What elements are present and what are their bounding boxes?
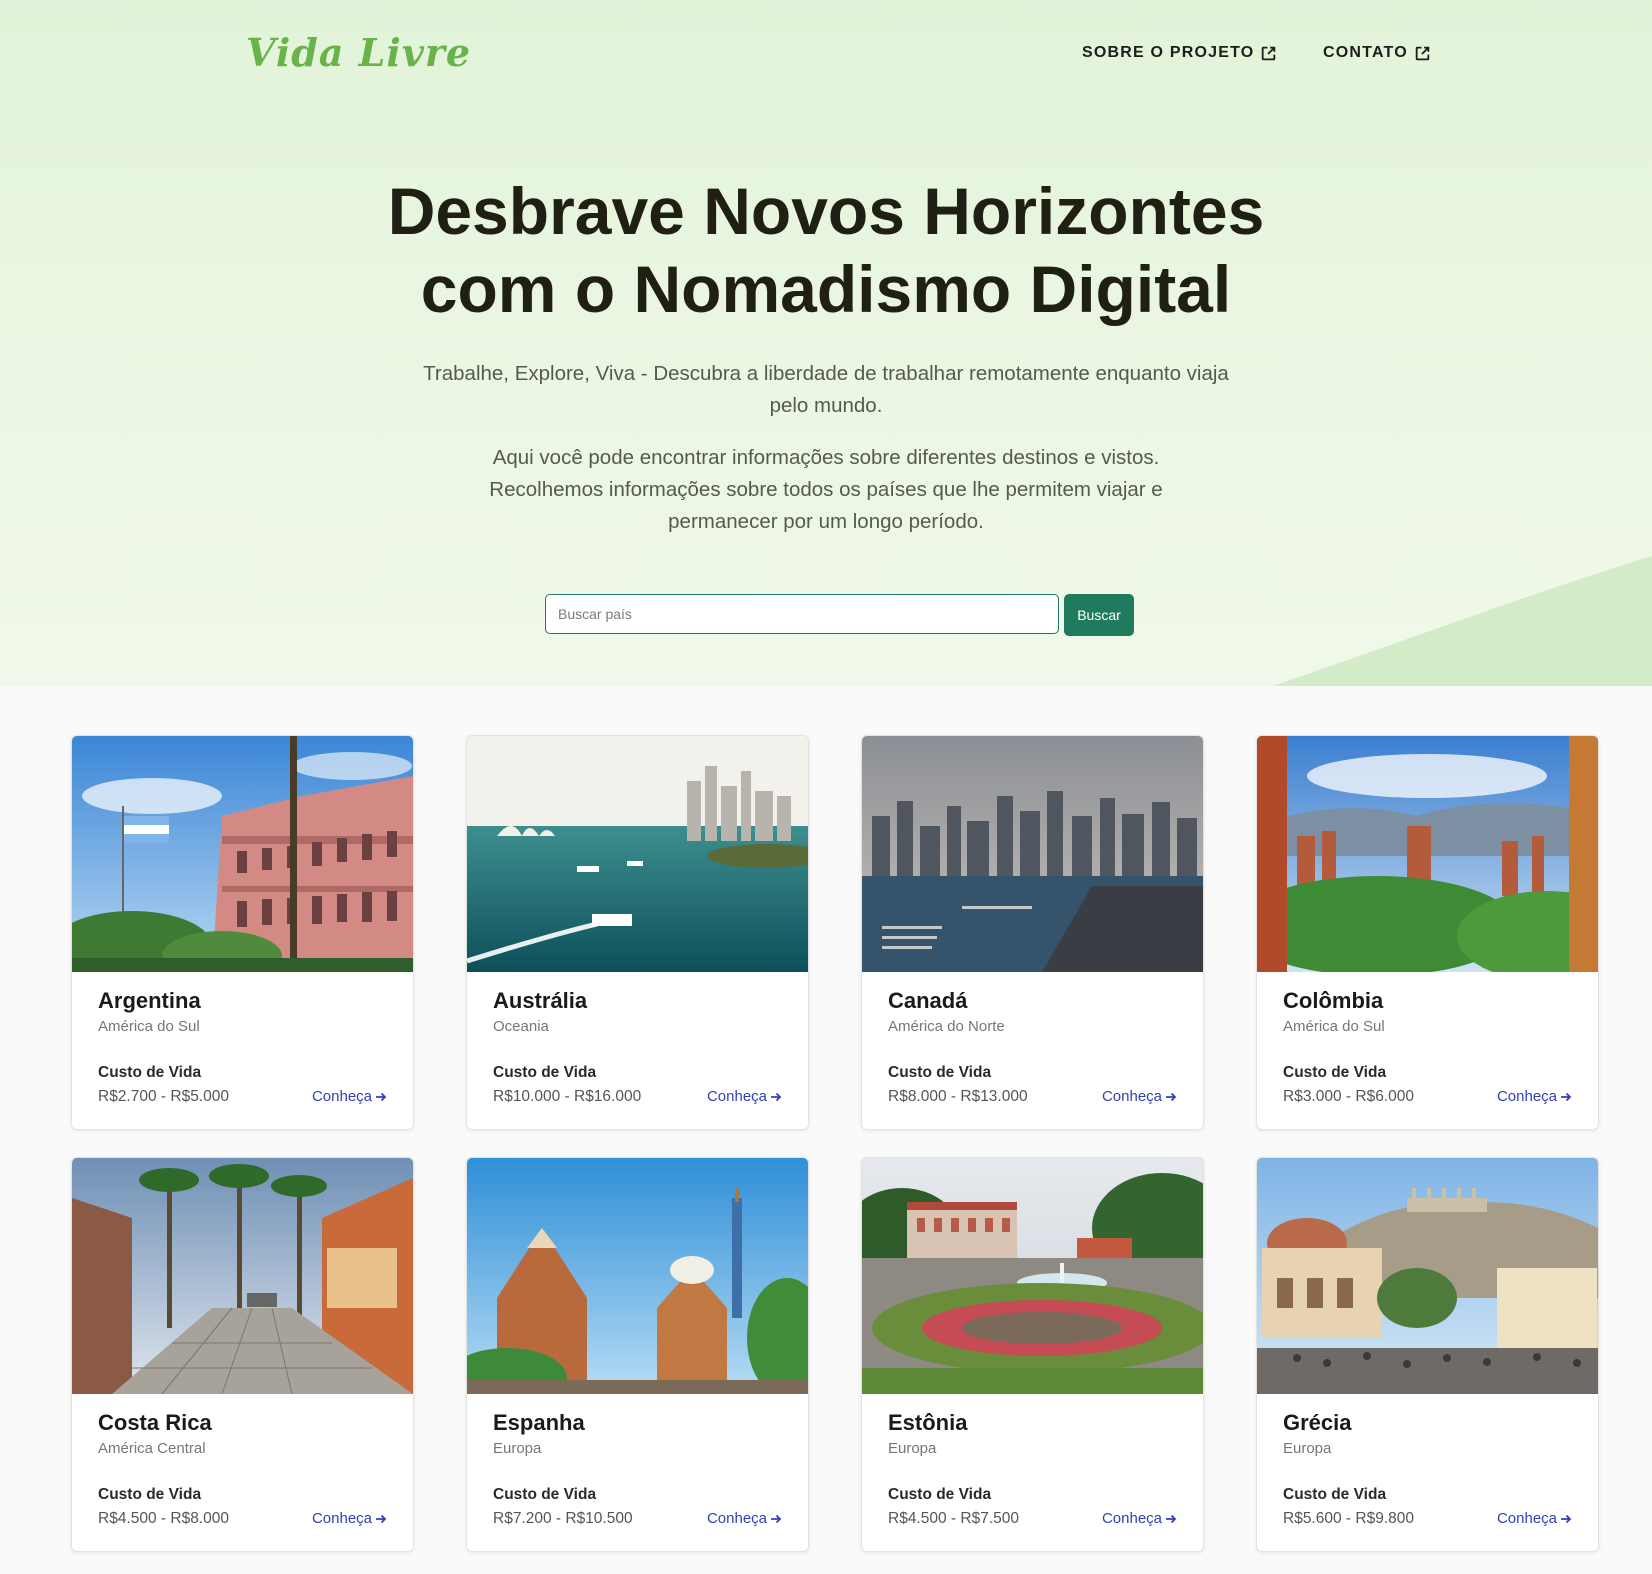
conheca-label: Conheça — [1496, 1088, 1557, 1105]
country-name: Canadá — [888, 988, 968, 1013]
conheca-label: Conheça — [1496, 1510, 1557, 1527]
country-photo — [862, 1158, 1203, 1394]
cost-range: R$2.700 - R$5.000 — [98, 1088, 229, 1105]
conheca-link[interactable]: Conheça — [707, 1088, 782, 1105]
conheca-link[interactable]: Conheça — [1102, 1088, 1177, 1105]
cost-range: R$10.000 - R$16.000 — [493, 1088, 642, 1105]
search-button[interactable]: Buscar — [1064, 594, 1134, 636]
description-line-3: permanecer por um longo período. — [668, 510, 984, 533]
country-photo — [467, 736, 808, 972]
conheca-label: Conheça — [1101, 1510, 1162, 1527]
conheca-link[interactable]: Conheça — [1497, 1510, 1572, 1527]
search-bar: Buscar — [545, 594, 1134, 636]
country-name: Costa Rica — [98, 1410, 212, 1435]
country-region: Europa — [493, 1440, 542, 1457]
country-photo — [1257, 1158, 1598, 1394]
country-name: Austrália — [493, 988, 588, 1013]
conheca-label: Conheça — [311, 1510, 372, 1527]
cost-range: R$5.600 - R$9.800 — [1283, 1510, 1414, 1527]
country-region: Oceania — [493, 1018, 549, 1035]
country-card[interactable]: Estônia Europa Custo de Vida R$4.500 - R… — [861, 1157, 1204, 1552]
arrow-right-icon — [1166, 1092, 1177, 1101]
hero-subtitle: Trabalhe, Explore, Viva - Descubra a lib… — [0, 358, 1652, 422]
country-photo — [72, 736, 413, 972]
description-line-2: Recolhemos informações sobre todos os pa… — [489, 478, 1163, 501]
country-name: Colômbia — [1283, 988, 1384, 1013]
country-name: Estônia — [888, 1410, 968, 1435]
country-card[interactable]: Canadá América do Norte Custo de Vida R$… — [861, 735, 1204, 1130]
cost-label: Custo de Vida — [493, 1064, 597, 1081]
country-card[interactable]: Colômbia América do Sul Custo de Vida R$… — [1256, 735, 1599, 1130]
arrow-right-icon — [376, 1514, 387, 1523]
country-card[interactable]: Espanha Europa Custo de Vida R$7.200 - R… — [466, 1157, 809, 1552]
country-photo — [1257, 736, 1598, 972]
cost-label: Custo de Vida — [888, 1064, 992, 1081]
subtitle-line-2: pelo mundo. — [769, 394, 883, 417]
title-line-1: Desbrave Novos Horizontes — [387, 174, 1265, 248]
country-region: América do Sul — [98, 1018, 200, 1035]
country-card[interactable]: Costa Rica América Central Custo de Vida… — [71, 1157, 414, 1552]
cost-label: Custo de Vida — [1283, 1064, 1387, 1081]
nav-contato-link[interactable]: CONTATO — [1323, 44, 1431, 62]
external-link-icon — [1415, 46, 1430, 60]
country-photo — [862, 736, 1203, 972]
nav-contato-label: CONTATO — [1323, 44, 1408, 61]
cost-label: Custo de Vida — [98, 1064, 202, 1081]
cost-range: R$4.500 - R$7.500 — [888, 1510, 1019, 1527]
country-name: Grécia — [1283, 1410, 1352, 1435]
cost-range: R$7.200 - R$10.500 — [493, 1510, 633, 1527]
country-region: Europa — [1283, 1440, 1332, 1457]
country-region: Europa — [888, 1440, 937, 1457]
cost-label: Custo de Vida — [888, 1486, 992, 1503]
cost-range: R$4.500 - R$8.000 — [98, 1510, 229, 1527]
description-line-1: Aqui você pode encontrar informações sob… — [492, 446, 1160, 469]
conheca-label: Conheça — [706, 1088, 767, 1105]
cost-range: R$8.000 - R$13.000 — [888, 1088, 1028, 1105]
arrow-right-icon — [376, 1092, 387, 1101]
arrow-right-icon — [771, 1514, 782, 1523]
country-region: América Central — [98, 1440, 206, 1457]
conheca-link[interactable]: Conheça — [1497, 1088, 1572, 1105]
conheca-link[interactable]: Conheça — [312, 1510, 387, 1527]
cost-range: R$3.000 - R$6.000 — [1283, 1088, 1414, 1105]
cost-label: Custo de Vida — [98, 1486, 202, 1503]
country-card[interactable]: Argentina América do Sul Custo de Vida R… — [71, 735, 414, 1130]
hero-section: Vida Livre SOBRE O PROJETO CONTATO Desbr… — [0, 0, 1652, 686]
country-grid: Argentina América do Sul Custo de Vida R… — [71, 735, 1599, 1552]
arrow-right-icon — [771, 1092, 782, 1101]
country-photo — [467, 1158, 808, 1394]
subtitle-line-1: Trabalhe, Explore, Viva - Descubra a lib… — [423, 362, 1229, 385]
country-photo — [72, 1158, 413, 1394]
arrow-right-icon — [1166, 1514, 1177, 1523]
page-title: Desbrave Novos Horizontes com o Nomadism… — [0, 172, 1652, 328]
country-card[interactable]: Grécia Europa Custo de Vida R$5.600 - R$… — [1256, 1157, 1599, 1552]
logo[interactable]: Vida Livre — [246, 30, 471, 75]
country-region: América do Sul — [1283, 1018, 1385, 1035]
conheca-link[interactable]: Conheça — [1102, 1510, 1177, 1527]
external-link-icon — [1262, 46, 1276, 60]
title-line-2: com o Nomadismo Digital — [420, 252, 1232, 326]
conheca-link[interactable]: Conheça — [707, 1510, 782, 1527]
cost-label: Custo de Vida — [1283, 1486, 1387, 1503]
arrow-right-icon — [1561, 1514, 1572, 1523]
country-name: Argentina — [98, 988, 201, 1013]
conheca-link[interactable]: Conheça — [312, 1088, 387, 1105]
arrow-right-icon — [1561, 1092, 1572, 1101]
country-name: Espanha — [493, 1410, 585, 1435]
nav-sobre-o-projeto-link[interactable]: SOBRE O PROJETO — [1082, 44, 1277, 62]
country-card[interactable]: Austrália Oceania Custo de Vida R$10.000… — [466, 735, 809, 1130]
nav-sobre-label: SOBRE O PROJETO — [1082, 44, 1255, 61]
decorative-curve — [1272, 556, 1652, 686]
search-input[interactable] — [545, 594, 1059, 634]
conheca-label: Conheça — [706, 1510, 767, 1527]
navbar: Vida Livre SOBRE O PROJETO CONTATO — [0, 28, 1652, 80]
conheca-label: Conheça — [311, 1088, 372, 1105]
cost-label: Custo de Vida — [493, 1486, 597, 1503]
conheca-label: Conheça — [1101, 1088, 1162, 1105]
hero-description: Aqui você pode encontrar informações sob… — [0, 442, 1652, 538]
country-region: América do Norte — [888, 1018, 1005, 1035]
